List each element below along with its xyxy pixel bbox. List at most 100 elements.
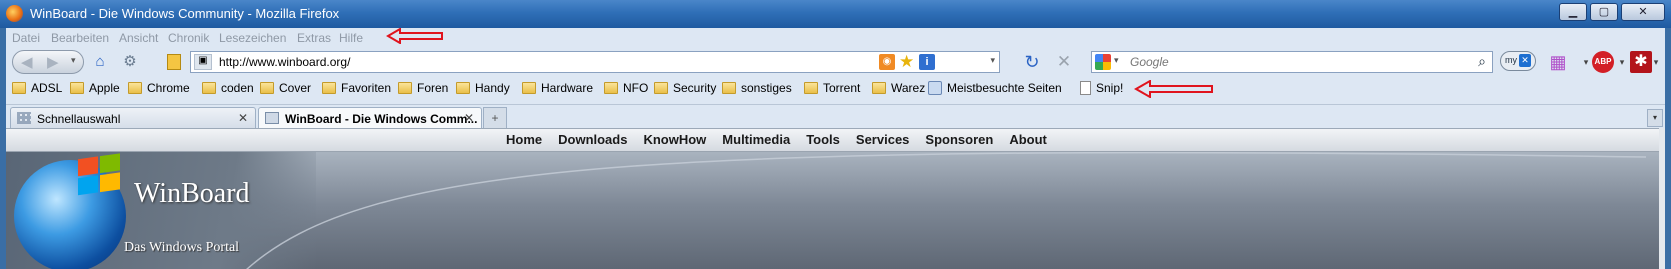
speed-dial-tab-icon: [17, 112, 31, 124]
bookmark-hardware[interactable]: Hardware: [522, 81, 593, 95]
folder-icon: [322, 82, 336, 94]
folder-icon: [202, 82, 216, 94]
search-bar[interactable]: ▾ Google ⌕: [1091, 51, 1493, 73]
site-nav-home[interactable]: Home: [506, 132, 542, 147]
tab-schnellauswahl[interactable]: Schnellauswahl ✕: [10, 107, 256, 129]
bookmark-apple[interactable]: Apple: [70, 81, 120, 95]
site-nav-tools[interactable]: Tools: [806, 132, 840, 147]
title-bar: WinBoard - Die Windows Community - Mozil…: [0, 0, 1671, 28]
tab-winboard[interactable]: WinBoard - Die Windows Comm... ✕: [258, 107, 482, 129]
bookmark-nfo[interactable]: NFO: [604, 81, 648, 95]
bookmark-chrome[interactable]: Chrome: [128, 81, 190, 95]
list-all-tabs-button[interactable]: ▾: [1647, 109, 1663, 127]
bookmark-cover[interactable]: Cover: [260, 81, 311, 95]
folder-icon: [456, 82, 470, 94]
maximize-button[interactable]: ▢: [1590, 3, 1618, 21]
folder-icon: [260, 82, 274, 94]
site-header-banner: WinBoard Das Windows Portal: [6, 152, 1659, 269]
folder-icon: [522, 82, 536, 94]
myx-icon[interactable]: my ✕: [1500, 51, 1536, 71]
bookmark-torrent[interactable]: Torrent: [804, 81, 860, 95]
page-icon: [1080, 81, 1091, 95]
snip-dropdown-icon[interactable]: ▾: [1650, 52, 1662, 72]
folder-icon: [872, 82, 886, 94]
navigation-toolbar: ◀ ▶ ▾ ⌂ ⚙ ▣ http://www.winboard.org/ ◉ ★…: [6, 48, 1665, 76]
windows-flag-icon: [78, 153, 124, 199]
site-nav-knowhow[interactable]: KnowHow: [643, 132, 706, 147]
red-arrow-annotation: [386, 28, 443, 44]
menu-bearbeiten[interactable]: Bearbeiten: [51, 31, 109, 45]
snip-addon-icon[interactable]: ✱: [1630, 51, 1652, 73]
rss-icon[interactable]: ◉: [879, 54, 895, 70]
site-nav-about[interactable]: About: [1009, 132, 1047, 147]
menu-chronik[interactable]: Chronik: [168, 31, 209, 45]
folder-icon: [804, 82, 818, 94]
reload-icon[interactable]: ↻: [1022, 52, 1042, 72]
minimize-button[interactable]: ▁: [1559, 3, 1587, 21]
window-controls: ▁ ▢ ✕: [1559, 3, 1665, 21]
site-identity-icon[interactable]: ▣: [194, 54, 212, 70]
site-nav-services[interactable]: Services: [856, 132, 910, 147]
url-value[interactable]: http://www.winboard.org/: [219, 55, 350, 69]
new-tab-button[interactable]: +: [483, 107, 507, 129]
folder-icon: [128, 82, 142, 94]
close-button[interactable]: ✕: [1621, 3, 1665, 21]
site-title[interactable]: WinBoard: [134, 178, 250, 210]
search-engine-dropdown-icon[interactable]: ▾: [1114, 55, 1119, 66]
menu-datei[interactable]: Datei: [12, 31, 40, 45]
adblock-icon[interactable]: ABP: [1592, 51, 1614, 73]
forward-icon[interactable]: ▶: [47, 53, 59, 71]
bookmark-handy[interactable]: Handy: [456, 81, 510, 95]
google-icon[interactable]: [1095, 54, 1111, 70]
bookmark-sonstiges[interactable]: sonstiges: [722, 81, 792, 95]
site-tab-icon: [265, 112, 279, 124]
bookmarks-toolbar: ADSL Apple Chrome coden Cover Favoriten …: [6, 79, 1665, 101]
site-nav-downloads[interactable]: Downloads: [558, 132, 627, 147]
back-forward-group: ◀ ▶ ▾: [12, 50, 84, 74]
history-dropdown-icon[interactable]: ▾: [71, 55, 76, 66]
site-nav-multimedia[interactable]: Multimedia: [722, 132, 790, 147]
bookmark-security[interactable]: Security: [654, 81, 716, 95]
red-arrow-annotation: [1134, 80, 1213, 98]
bookmark-favoriten[interactable]: Favoriten: [322, 81, 391, 95]
vertical-scrollbar[interactable]: [1659, 128, 1665, 269]
site-navigation: Home Downloads KnowHow Multimedia Tools …: [6, 129, 1659, 152]
folder-icon: [722, 82, 736, 94]
bookmark-adsl[interactable]: ADSL: [12, 81, 62, 95]
folder-icon: [654, 82, 668, 94]
addon-icon[interactable]: ⚙: [120, 52, 140, 72]
menu-ansicht[interactable]: Ansicht: [119, 31, 158, 45]
banner-curve: [246, 152, 1646, 269]
bookmark-meistbesuchte-seiten[interactable]: Meistbesuchte Seiten: [928, 81, 1062, 95]
speed-dial-icon[interactable]: ▦: [1548, 52, 1568, 72]
search-icon[interactable]: ⌕: [1478, 53, 1486, 70]
browser-chrome: Datei Bearbeiten Ansicht Chronik Lesezei…: [6, 28, 1665, 269]
menu-hilfe[interactable]: Hilfe: [339, 31, 363, 45]
bookmark-warez[interactable]: Warez: [872, 81, 925, 95]
tab-label: Schnellauswahl: [37, 112, 121, 126]
url-bar[interactable]: ▣ http://www.winboard.org/ ◉ ★ i ▾: [190, 51, 1000, 73]
bookmark-snip[interactable]: Snip!: [1080, 81, 1123, 95]
bookmark-coden[interactable]: coden: [202, 81, 254, 95]
tab-strip: Schnellauswahl ✕ WinBoard - Die Windows …: [6, 104, 1665, 129]
menu-bar: Datei Bearbeiten Ansicht Chronik Lesezei…: [6, 28, 1665, 48]
site-nav-sponsoren[interactable]: Sponsoren: [925, 132, 993, 147]
adblock-dropdown-icon[interactable]: ▾: [1612, 52, 1632, 72]
url-dropdown-icon[interactable]: ▾: [990, 55, 995, 66]
info-icon[interactable]: i: [919, 54, 935, 70]
close-tab-icon[interactable]: ✕: [464, 111, 474, 125]
most-visited-icon: [928, 81, 942, 95]
menu-extras[interactable]: Extras: [297, 31, 331, 45]
back-icon[interactable]: ◀: [21, 53, 33, 71]
notes-icon[interactable]: [164, 52, 184, 72]
menu-lesezeichen[interactable]: Lesezeichen: [219, 31, 286, 45]
bookmark-star-icon[interactable]: ★: [899, 52, 914, 72]
browser-window: WinBoard - Die Windows Community - Mozil…: [0, 0, 1671, 269]
search-placeholder[interactable]: Google: [1130, 55, 1169, 69]
window-title: WinBoard - Die Windows Community - Mozil…: [30, 6, 340, 21]
firefox-icon[interactable]: [6, 5, 23, 22]
bookmark-foren[interactable]: Foren: [398, 81, 448, 95]
close-tab-icon[interactable]: ✕: [238, 111, 248, 125]
home-icon[interactable]: ⌂: [90, 52, 110, 72]
stop-icon[interactable]: ✕: [1054, 52, 1074, 72]
